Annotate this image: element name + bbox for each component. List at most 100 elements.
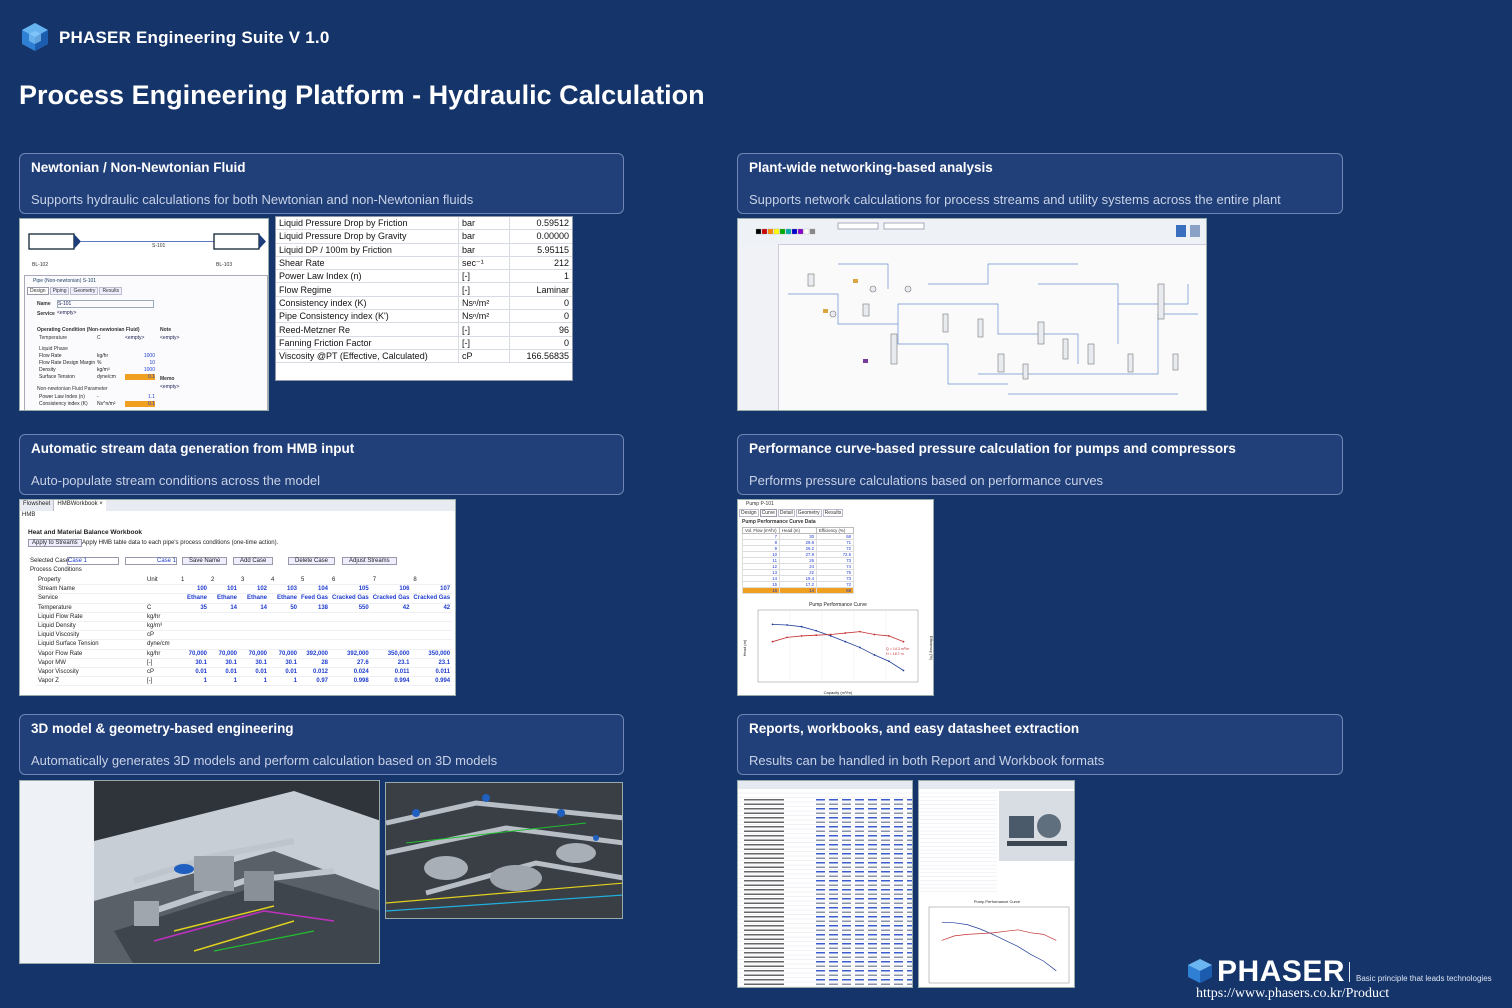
hmb-cell[interactable]: 1 [179, 676, 209, 687]
hmb-cell[interactable] [299, 630, 331, 641]
color-swatch[interactable] [785, 228, 792, 235]
hmb-cell[interactable] [299, 612, 331, 622]
hmb-cell[interactable] [299, 639, 331, 650]
hmb-cell[interactable] [239, 639, 269, 650]
hmb-cell[interactable]: 42 [370, 603, 412, 613]
color-swatch[interactable] [791, 228, 798, 235]
color-swatch[interactable] [779, 228, 786, 235]
hmb-cell[interactable]: 30.1 [269, 658, 299, 668]
hmb-cell[interactable]: 27.6 [330, 658, 371, 668]
curve-cell[interactable]: 16 [742, 587, 780, 594]
curve-cell[interactable]: 14 [779, 587, 817, 594]
hmb-cell[interactable]: 107 [411, 584, 453, 595]
hmb-cell[interactable]: 30.1 [179, 658, 209, 668]
hmb-cell[interactable]: 0.01 [179, 667, 209, 678]
hmb-cell[interactable]: 30.1 [209, 658, 239, 668]
hmb-cell[interactable]: 350,000 [411, 649, 453, 659]
liquid-row-value[interactable]: 1000 [125, 367, 155, 373]
hmb-cell[interactable] [209, 612, 239, 622]
hmb-cell[interactable]: 0.97 [299, 676, 331, 687]
hmb-cell[interactable] [330, 612, 371, 622]
hmb-cell[interactable]: 42 [411, 603, 453, 613]
tab-design[interactable]: Design [27, 287, 49, 295]
delete-case-button[interactable]: Delete Case [288, 557, 336, 565]
hmb-cell[interactable]: 103 [269, 584, 299, 595]
hmb-cell[interactable] [209, 639, 239, 650]
hmb-cell[interactable]: 50 [269, 603, 299, 613]
hmb-cell[interactable]: 392,000 [299, 649, 331, 659]
temperature-field[interactable]: <empty> [125, 335, 144, 341]
tab-results[interactable]: Results [99, 287, 123, 295]
hmb-cell[interactable] [239, 630, 269, 641]
hmb-cell[interactable] [330, 630, 371, 641]
color-swatch[interactable] [797, 228, 804, 235]
color-swatch[interactable] [773, 228, 780, 235]
hmb-cell[interactable]: 0.011 [411, 667, 453, 678]
tab-curve[interactable]: Curve [759, 509, 777, 517]
hmb-cell[interactable]: 0.01 [239, 667, 269, 678]
tab-hmb-workbook[interactable]: HMBWorkbook × [54, 500, 106, 511]
hmb-cell[interactable] [269, 639, 299, 650]
add-case-button[interactable]: Add Case [233, 557, 274, 565]
hmb-cell[interactable]: Ethane [269, 593, 299, 604]
hmb-cell[interactable]: 0.994 [411, 676, 453, 687]
hmb-cell[interactable] [209, 621, 239, 632]
hmb-cell[interactable]: 0.012 [299, 667, 331, 678]
object-palette[interactable] [738, 244, 779, 410]
hmb-cell[interactable]: Cracked Gas [330, 593, 371, 604]
nn-row-value[interactable]: 1.1 [125, 394, 155, 400]
hmb-cell[interactable]: 104 [299, 584, 331, 595]
hmb-cell[interactable]: 23.1 [411, 658, 453, 668]
hmb-cell[interactable]: 70,000 [239, 649, 269, 659]
hmb-cell[interactable] [239, 621, 269, 632]
liquid-row-value[interactable]: 0.1 [125, 374, 155, 380]
tab-design[interactable]: Design [739, 509, 759, 517]
hmb-cell[interactable] [370, 630, 412, 641]
hmb-cell[interactable] [269, 630, 299, 641]
hmb-cell[interactable]: 350,000 [370, 649, 412, 659]
hmb-cell[interactable]: 1 [209, 676, 239, 687]
hmb-cell[interactable]: Ethane [239, 593, 269, 604]
hmb-cell[interactable]: 138 [299, 603, 331, 613]
hmb-cell[interactable]: 14 [209, 603, 239, 613]
case-name-field[interactable]: Case 1 [125, 557, 177, 565]
hmb-cell[interactable]: 0.024 [330, 667, 371, 678]
hmb-cell[interactable]: 70,000 [269, 649, 299, 659]
hmb-cell[interactable] [179, 621, 209, 632]
hmb-cell[interactable] [370, 639, 412, 650]
hmb-cell[interactable]: 70,000 [179, 649, 209, 659]
3d-side-panel[interactable] [20, 781, 95, 963]
apply-to-streams-button[interactable]: Apply to Streams [28, 539, 82, 547]
hmb-cell[interactable]: 101 [209, 584, 239, 595]
color-swatch[interactable] [767, 228, 774, 235]
hmb-cell[interactable]: Ethane [209, 593, 239, 604]
color-swatch[interactable] [755, 228, 762, 235]
tab-geometry[interactable]: Geometry [795, 509, 822, 517]
hmb-cell[interactable]: 106 [370, 584, 412, 595]
liquid-row-value[interactable]: 10 [125, 360, 155, 366]
hmb-cell[interactable] [269, 621, 299, 632]
hmb-cell[interactable] [209, 630, 239, 641]
hmb-cell[interactable] [411, 639, 453, 650]
nn-row-value[interactable]: 0.1 [125, 401, 155, 407]
case-select[interactable]: Case 1 [67, 557, 119, 565]
hmb-cell[interactable] [370, 621, 412, 632]
hmb-cell[interactable]: 30.1 [239, 658, 269, 668]
hmb-cell[interactable]: 102 [239, 584, 269, 595]
adjust-streams-button[interactable]: Adjust Streams [342, 557, 397, 565]
curve-cell[interactable]: 68 [816, 587, 854, 594]
hmb-cell[interactable] [239, 612, 269, 622]
service-field[interactable]: <empty> [57, 310, 152, 316]
hmb-cell[interactable] [411, 630, 453, 641]
hmb-cell[interactable]: 35 [179, 603, 209, 613]
hmb-cell[interactable]: 1 [239, 676, 269, 687]
tab-detail[interactable]: Detail [777, 509, 795, 517]
hmb-cell[interactable]: 100 [179, 584, 209, 595]
hmb-cell[interactable]: 392,000 [330, 649, 371, 659]
subtab-hmb[interactable]: HMB [22, 512, 35, 518]
hmb-cell[interactable] [179, 630, 209, 641]
hmb-cell[interactable]: Cracked Gas [411, 593, 453, 604]
hmb-cell[interactable]: 550 [330, 603, 371, 613]
color-swatch[interactable] [809, 228, 816, 235]
liquid-row-value[interactable]: 1000 [125, 353, 155, 359]
